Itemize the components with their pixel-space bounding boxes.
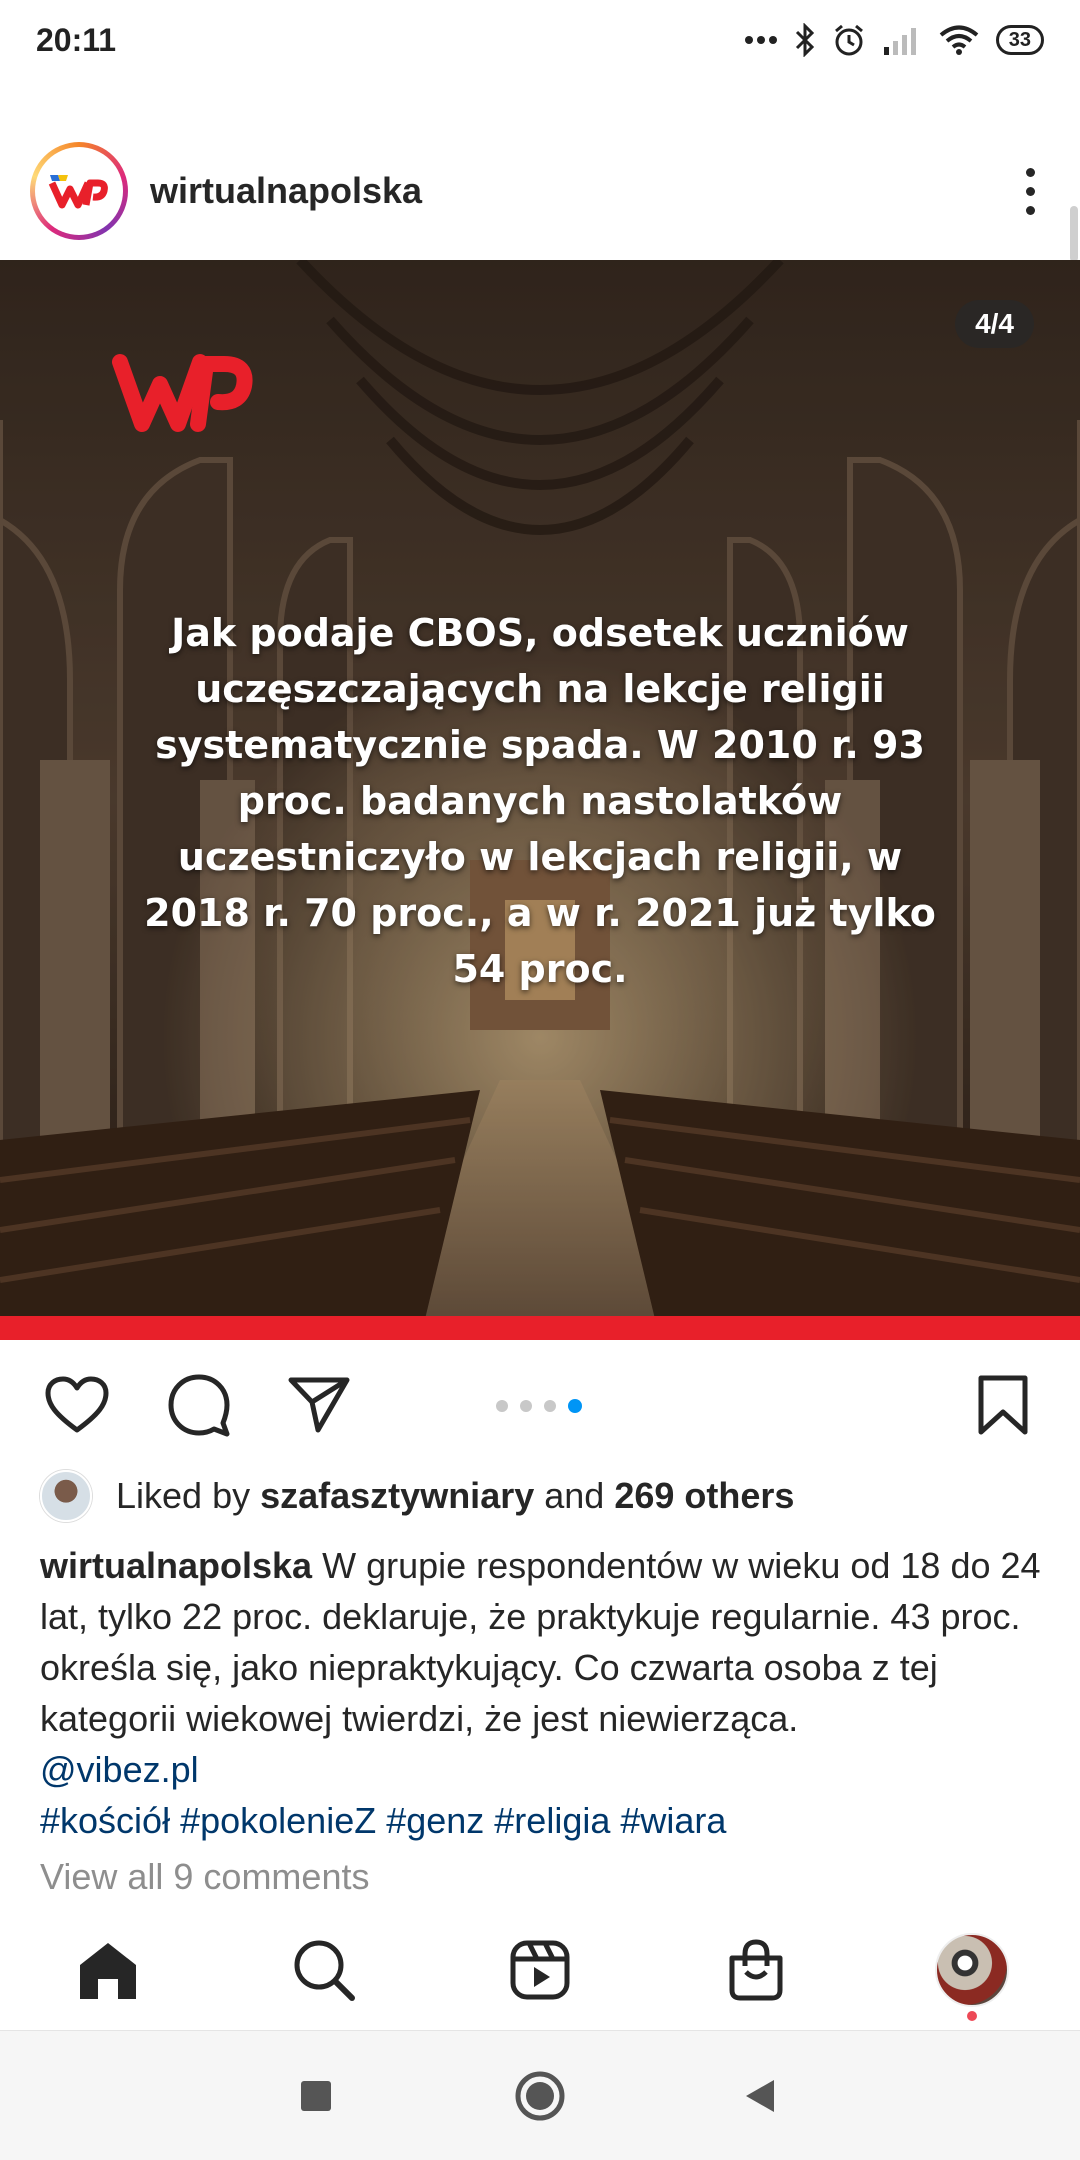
carousel-dot <box>520 1400 532 1412</box>
likes-middle: and <box>544 1475 605 1516</box>
more-options-button[interactable] <box>1010 156 1050 226</box>
recents-button[interactable] <box>286 2066 346 2126</box>
like-button[interactable] <box>42 1370 112 1440</box>
nav-profile[interactable] <box>932 1930 1012 2010</box>
likes-summary[interactable]: Liked by szafasztywniary and 269 others <box>40 1470 794 1522</box>
nav-home[interactable] <box>68 1930 148 2010</box>
image-overlay-text: Jak podaje CBOS, odsetek uczniów uczęszc… <box>144 611 936 991</box>
carousel-dot-active <box>568 1399 582 1413</box>
account-avatar[interactable] <box>30 142 128 240</box>
wp-brand-logo-icon <box>112 354 253 432</box>
system-nav <box>0 2030 1080 2160</box>
nav-search[interactable] <box>284 1930 364 2010</box>
scrollbar[interactable] <box>1070 206 1078 262</box>
circle-icon <box>515 2071 565 2121</box>
view-comments-link[interactable]: View all 9 comments <box>40 1856 369 1898</box>
carousel-dot <box>544 1400 556 1412</box>
nav-reels[interactable] <box>500 1930 580 2010</box>
nav-shop[interactable] <box>716 1930 796 2010</box>
dots-icon <box>744 36 777 44</box>
bluetooth-icon <box>795 23 814 57</box>
likes-prefix: Liked by <box>116 1475 251 1516</box>
more-dot <box>1025 205 1035 215</box>
search-icon <box>294 1940 355 2001</box>
post-username[interactable]: wirtualnapolska <box>150 170 422 212</box>
carousel-counter: 4/4 <box>955 300 1034 348</box>
square-icon <box>301 2081 331 2111</box>
liker-username[interactable]: szafasztywniary <box>260 1475 534 1517</box>
home-button[interactable] <box>510 2066 570 2126</box>
caption-username[interactable]: wirtualnapolska <box>40 1545 312 1586</box>
post-actions <box>0 1360 1080 1450</box>
bookmark-icon <box>978 1375 1028 1435</box>
comment-icon <box>168 1374 230 1437</box>
status-icons: 33 <box>744 23 1044 57</box>
heart-icon <box>45 1376 109 1433</box>
alarm-icon <box>834 24 863 56</box>
caption-hashtags[interactable]: #kościół #pokolenieZ #genz #religia #wia… <box>40 1800 726 1841</box>
likes-others[interactable]: 269 others <box>614 1475 794 1517</box>
carousel-dot <box>496 1400 508 1412</box>
signal-icon <box>883 28 916 55</box>
post-media[interactable]: 4/4 Jak podaje CBOS, odsetek uczniów ucz… <box>0 260 1080 1340</box>
profile-avatar <box>935 1933 1009 2007</box>
post-caption: wirtualnapolska W grupie respondentów w … <box>40 1540 1050 1846</box>
save-button[interactable] <box>968 1370 1038 1440</box>
status-time: 20:11 <box>36 21 117 58</box>
wp-logo-icon <box>48 175 108 209</box>
bottom-nav <box>0 1920 1080 2030</box>
back-button[interactable] <box>730 2066 790 2126</box>
back-triangle-icon <box>746 2080 774 2112</box>
status-bar: 20:11 33 <box>0 0 1080 80</box>
reels-icon <box>510 1940 570 2000</box>
shop-icon <box>729 1939 783 2001</box>
brand-bar <box>0 1316 1080 1340</box>
liker-avatar <box>40 1470 92 1522</box>
battery-icon: 33 <box>995 25 1044 55</box>
carousel-indicator <box>496 1399 582 1413</box>
wifi-icon <box>939 25 979 55</box>
comment-button[interactable] <box>164 1370 234 1440</box>
share-button[interactable] <box>284 1370 354 1440</box>
caption-mention[interactable]: @vibez.pl <box>40 1749 199 1790</box>
more-dot <box>1025 167 1035 177</box>
more-dot <box>1025 186 1035 196</box>
post-header: wirtualnapolska <box>0 138 1080 244</box>
send-icon <box>288 1377 350 1433</box>
home-icon <box>80 1943 136 1999</box>
notification-dot <box>967 2011 977 2021</box>
